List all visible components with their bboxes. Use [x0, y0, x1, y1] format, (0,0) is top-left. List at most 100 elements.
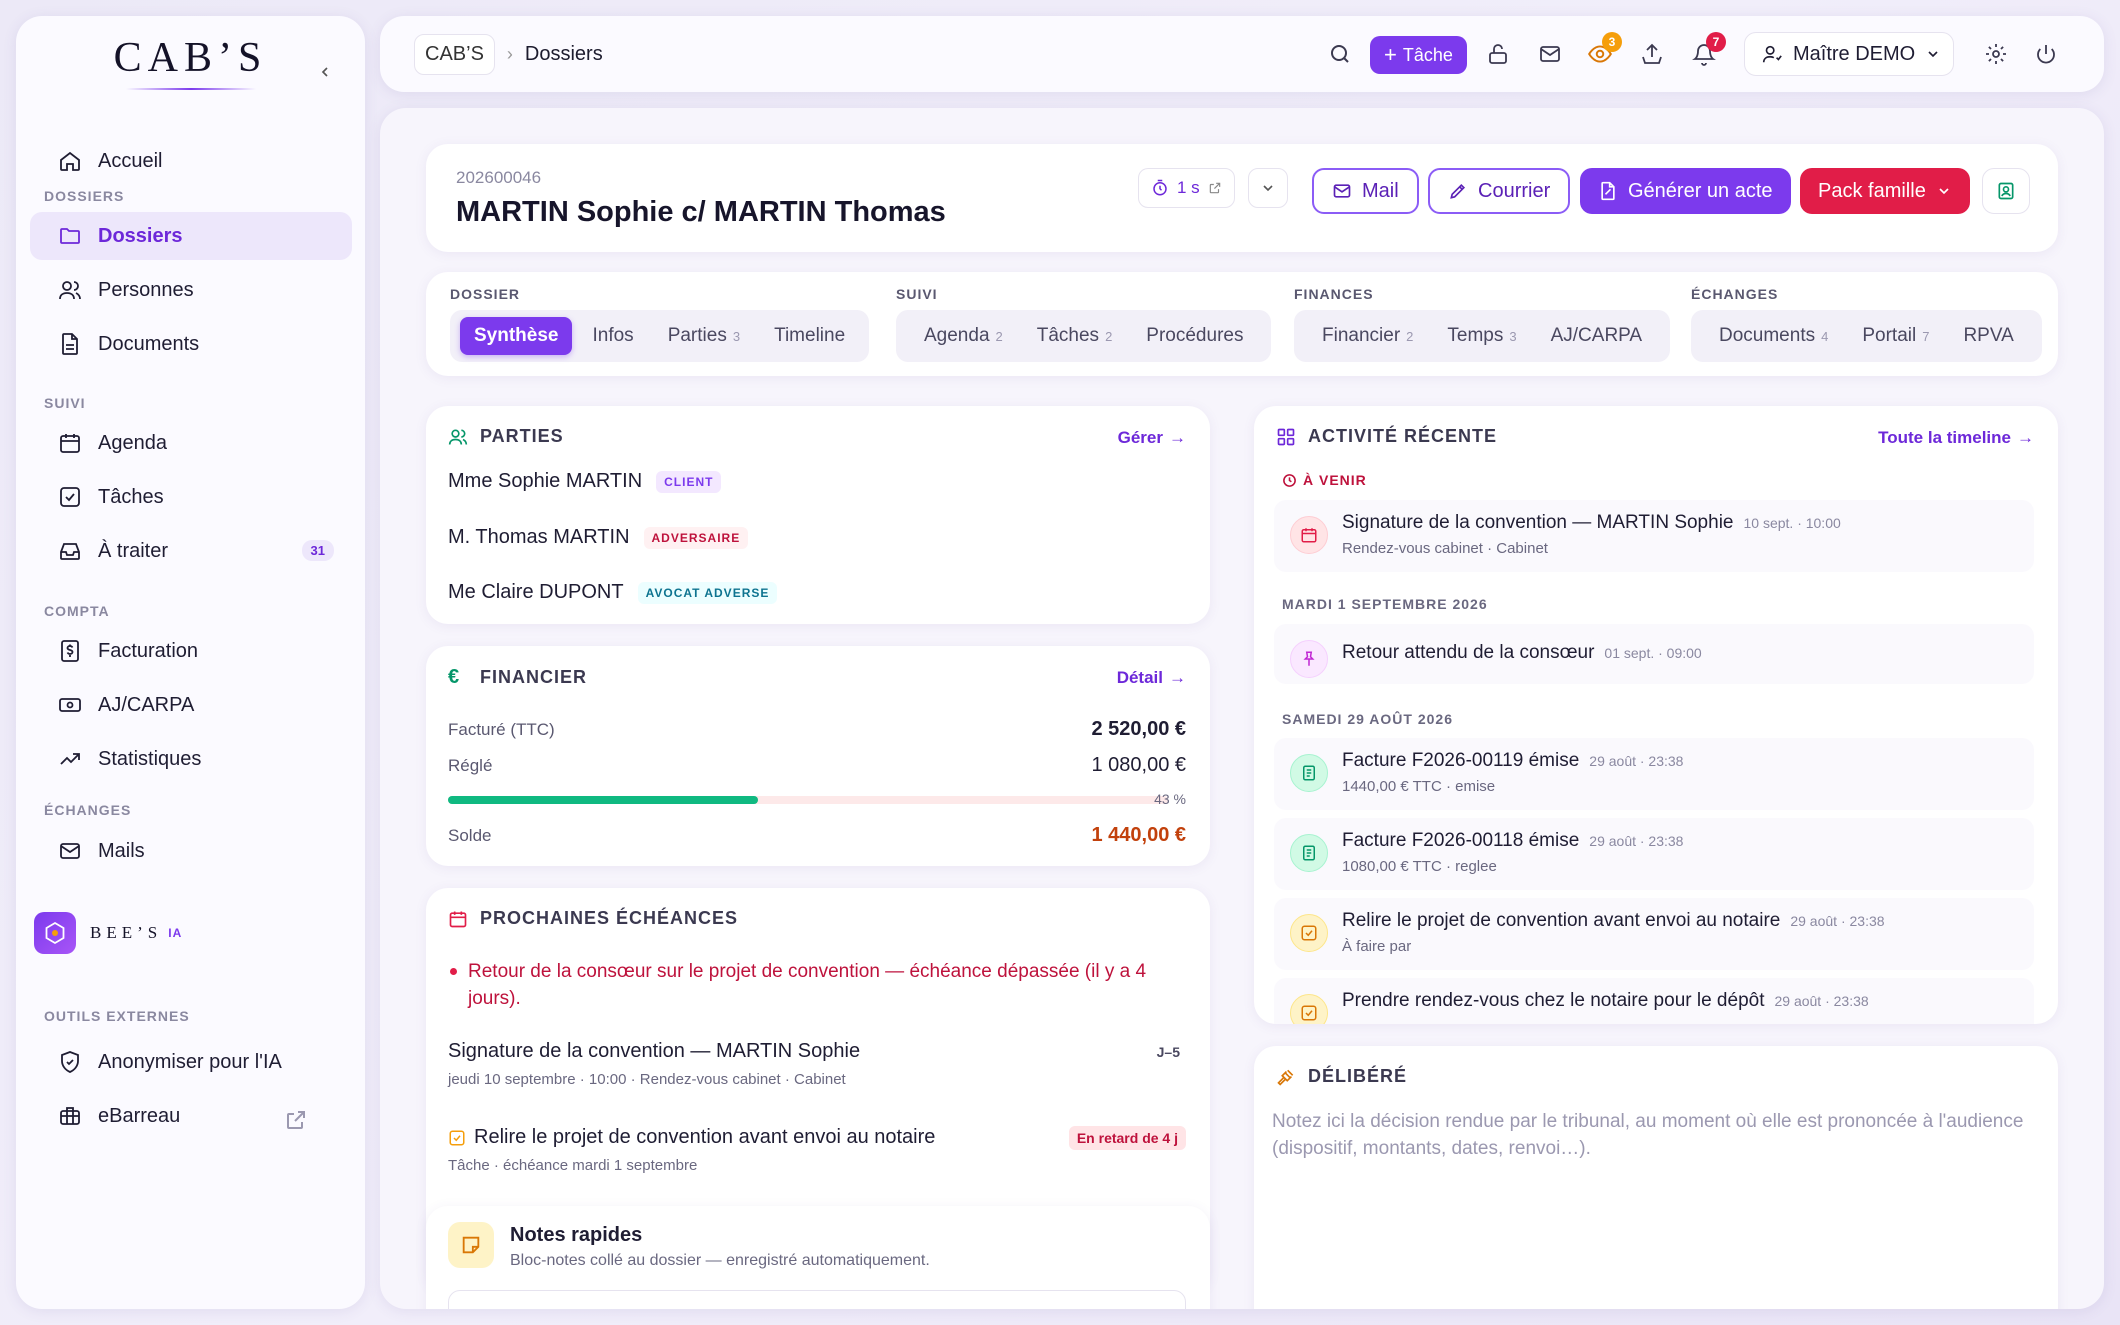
- tab-agenda[interactable]: Agenda 2: [910, 317, 1017, 355]
- settings-button[interactable]: [1982, 40, 2010, 68]
- timer-options-button[interactable]: [1248, 168, 1288, 208]
- tab-rpva[interactable]: RPVA: [1949, 317, 2027, 355]
- activity-time: 29 août · 23:38: [1589, 753, 1684, 769]
- timeline-link[interactable]: Toute la timeline →: [1878, 428, 2034, 448]
- sidebar-item-accueil[interactable]: Accueil: [30, 137, 352, 185]
- tabgroup-label: FINANCES: [1294, 286, 1374, 302]
- tabgroup-box: Agenda 2 Tâches 2 Procédures: [896, 310, 1272, 362]
- tab-parties[interactable]: Parties 3: [654, 317, 754, 355]
- echeances-header: PROCHAINES ÉCHÉANCES: [448, 908, 738, 929]
- breadcrumb-home[interactable]: CAB’S: [414, 34, 495, 75]
- sidebar-item-label: Statistiques: [98, 747, 202, 770]
- notifications-button[interactable]: 7: [1690, 32, 1726, 68]
- document-icon: [62, 333, 78, 355]
- sidebar-item-ajcarpa[interactable]: AJ/CARPA: [30, 681, 352, 729]
- logo-text: CAB’S: [113, 35, 268, 81]
- tab-infos[interactable]: Infos: [578, 317, 647, 355]
- nav-section-outils: OUTILS EXTERNES: [44, 1008, 190, 1024]
- search-button[interactable]: [1326, 40, 1354, 68]
- facture-value: 2 520,00 €: [1091, 718, 1186, 740]
- activity-title: Signature de la convention — MARTIN Soph…: [1342, 512, 1734, 533]
- sidebar-item-label: eBarreau: [98, 1104, 181, 1127]
- tab-ajcarpa[interactable]: AJ/CARPA: [1537, 317, 1657, 355]
- overdue-alert[interactable]: Retour de la consœur sur le projet de co…: [448, 958, 1188, 1012]
- sidebar-item-label: Tâches: [98, 485, 164, 508]
- notes-textarea[interactable]: [448, 1290, 1186, 1309]
- sidebar-item-mails[interactable]: Mails: [30, 827, 352, 875]
- day-section: SAMEDI 29 AOÛT 2026: [1282, 711, 1453, 727]
- activity-item[interactable]: Facture F2026-00119 émise 29 août · 23:38…: [1274, 738, 2034, 810]
- upcoming-section: À VENIR: [1282, 472, 1367, 488]
- sidebar-item-dossiers[interactable]: Dossiers: [30, 212, 352, 260]
- courrier-button[interactable]: Courrier: [1428, 168, 1571, 214]
- sidebar-item-ebarreau[interactable]: eBarreau: [30, 1092, 352, 1140]
- user-menu-button[interactable]: Maître DEMO: [1744, 32, 1954, 76]
- sidebar-item-personnes[interactable]: Personnes: [30, 266, 352, 314]
- paid-progress-bar: [448, 796, 1168, 804]
- tab-financier[interactable]: Financier 2: [1308, 317, 1427, 355]
- echeance-item[interactable]: Relire le projet de convention avant env…: [448, 1126, 1186, 1174]
- generer-acte-button[interactable]: Générer un acte: [1580, 168, 1791, 214]
- sidebar-item-taches[interactable]: Tâches: [30, 473, 352, 521]
- mail-button[interactable]: [1536, 40, 1564, 68]
- mail-button[interactable]: Mail: [1312, 168, 1419, 214]
- tab-taches[interactable]: Tâches 2: [1023, 317, 1127, 355]
- gerer-parties-link[interactable]: Gérer →: [1118, 428, 1186, 448]
- progress-percent: 43 %: [1154, 791, 1186, 807]
- timer-button[interactable]: 1 s: [1138, 168, 1235, 208]
- detail-label: Détail: [1116, 668, 1163, 687]
- tab-portail[interactable]: Portail 7: [1848, 317, 1943, 355]
- pack-famille-button[interactable]: Pack famille: [1800, 168, 1970, 214]
- collapse-sidebar-button[interactable]: [313, 60, 337, 84]
- tab-temps[interactable]: Temps 3: [1433, 317, 1530, 355]
- plus-icon: +: [1384, 42, 1397, 67]
- user-icon: [1762, 45, 1782, 63]
- shield-icon: [61, 1051, 79, 1073]
- activity-item[interactable]: Retour attendu de la consœur 01 sept. · 0…: [1274, 624, 2034, 684]
- activity-item[interactable]: Signature de la convention — MARTIN Soph…: [1274, 500, 2034, 572]
- echeance-item[interactable]: Signature de la convention — MARTIN Soph…: [448, 1040, 1186, 1088]
- sidebar-item-agenda[interactable]: Agenda: [30, 419, 352, 467]
- detail-financier-link[interactable]: Détail →: [1117, 668, 1186, 688]
- tabgroup-box: Documents 4 Portail 7 RPVA: [1691, 310, 2042, 362]
- add-task-button[interactable]: + Tâche: [1370, 36, 1467, 74]
- notes-title: Notes rapides: [510, 1224, 643, 1246]
- party-row[interactable]: Me Claire DUPONT AVOCAT ADVERSE: [448, 581, 778, 604]
- tab-timeline[interactable]: Timeline: [760, 317, 859, 355]
- sidebar-item-anonymiser[interactable]: Anonymiser pour l'IA: [30, 1038, 352, 1086]
- task-check-icon: [449, 1130, 465, 1146]
- echeance-title: Signature de la convention — MARTIN Soph…: [448, 1040, 861, 1062]
- activity-item[interactable]: Relire le projet de convention avant env…: [1274, 898, 2034, 970]
- watch-button[interactable]: 3: [1586, 32, 1622, 68]
- party-row[interactable]: Mme Sophie MARTIN CLIENT: [448, 470, 722, 493]
- breadcrumb-current: Dossiers: [524, 43, 603, 65]
- dossier-number: 202600046: [456, 168, 542, 187]
- tab-procedures[interactable]: Procédures: [1132, 317, 1257, 355]
- sidebar-item-facturation[interactable]: Facturation: [30, 627, 352, 675]
- upload-button[interactable]: [1638, 40, 1666, 68]
- facture-label: Facturé (TTC): [448, 719, 555, 739]
- sidebar-item-documents[interactable]: Documents: [30, 320, 352, 368]
- tabgroup-echanges: ÉCHANGES Documents 4 Portail 7 RPVA: [1691, 286, 2042, 362]
- invoice-icon: [1290, 754, 1328, 792]
- gerer-label: Gérer: [1117, 428, 1163, 447]
- delibere-textarea[interactable]: [1272, 1108, 2042, 1308]
- party-role-badge: AVOCAT ADVERSE: [637, 581, 778, 604]
- sidebar-item-a-traiter[interactable]: À traiter 31: [30, 527, 352, 575]
- bees-ia-link[interactable]: BEE’S IA: [34, 912, 182, 954]
- party-name: Me Claire DUPONT: [448, 581, 624, 603]
- activity-title: Relire le projet de convention avant env…: [1342, 910, 1781, 931]
- contact-card-button[interactable]: [1982, 168, 2030, 214]
- party-row[interactable]: M. Thomas MARTIN ADVERSAIRE: [448, 526, 749, 549]
- bees-name: BEE’S: [90, 923, 163, 942]
- tab-synthese[interactable]: Synthèse: [460, 317, 573, 355]
- tab-documents[interactable]: Documents 4: [1705, 317, 1842, 355]
- party-name: Mme Sophie MARTIN: [448, 470, 643, 492]
- lock-button[interactable]: [1484, 40, 1512, 68]
- sidebar-item-label: Accueil: [98, 149, 163, 172]
- activity-item[interactable]: Prendre rendez-vous chez le notaire pour…: [1274, 978, 2034, 1024]
- sidebar-item-statistiques[interactable]: Statistiques: [30, 735, 352, 783]
- sidebar-item-label: Mails: [98, 839, 145, 862]
- logout-button[interactable]: [2032, 40, 2060, 68]
- activity-item[interactable]: Facture F2026-00118 émise 29 août · 23:38…: [1274, 818, 2034, 890]
